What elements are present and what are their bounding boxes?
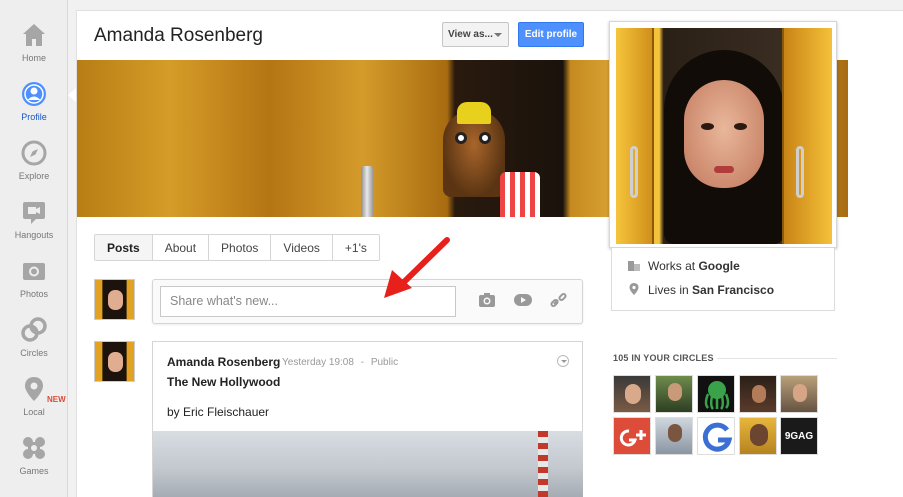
circles-divider xyxy=(717,358,837,359)
nav-label-local: Local xyxy=(23,407,45,417)
circles-icon xyxy=(21,317,47,343)
nav-label-games: Games xyxy=(19,466,49,476)
nav-label-home: Home xyxy=(21,53,46,63)
nav-label-profile: Profile xyxy=(21,112,47,122)
nav-label-explore: Explore xyxy=(18,171,50,181)
nav-home[interactable]: Home xyxy=(0,22,68,63)
cover-figure-hat xyxy=(457,102,491,124)
profile-photo xyxy=(616,28,832,244)
camera-icon xyxy=(21,258,47,284)
google-g-icon xyxy=(702,422,733,452)
circle-avatar[interactable] xyxy=(613,375,651,413)
profile-photo-card[interactable] xyxy=(609,21,837,248)
tab-photos[interactable]: Photos xyxy=(209,235,272,260)
google-avatar[interactable] xyxy=(697,417,735,455)
google-plus-icon xyxy=(619,429,646,447)
chevron-down-icon xyxy=(494,33,502,37)
circle-avatar[interactable] xyxy=(655,417,693,455)
nav-label-hangouts: Hangouts xyxy=(14,230,54,240)
edit-profile-button[interactable]: Edit profile xyxy=(518,22,584,47)
circle-avatar-face xyxy=(793,384,807,402)
avatar[interactable] xyxy=(94,279,135,320)
post-avatar[interactable] xyxy=(94,341,135,382)
circle-avatar-face xyxy=(668,383,682,401)
post-image[interactable] xyxy=(153,431,583,497)
post-menu-icon[interactable] xyxy=(557,355,569,367)
lives-in-prefix: Lives in xyxy=(648,283,689,297)
left-navigation: Home Profile Explore Hangouts Photos Cir… xyxy=(0,0,77,497)
post-title: The New Hollywood xyxy=(167,375,281,389)
profile-info-card: Works at Google Lives in San Francisco xyxy=(611,248,835,311)
ninegag-avatar[interactable]: 9GAG xyxy=(780,417,818,455)
circle-avatar-face xyxy=(668,424,682,442)
google-plus-avatar[interactable] xyxy=(613,417,651,455)
post-meta: Yesterday 19:08 - Public xyxy=(282,357,398,368)
photo-door-handle xyxy=(630,146,638,198)
post-image-tower xyxy=(538,431,548,497)
cover-striped-hat xyxy=(500,172,540,217)
annotation-arrow xyxy=(384,237,450,298)
nav-label-circles: Circles xyxy=(20,348,48,358)
cabinet-handle xyxy=(361,166,373,217)
circle-avatar-face xyxy=(750,424,768,446)
works-at-place[interactable]: Google xyxy=(698,259,739,273)
photo-door-left xyxy=(616,28,654,244)
location-pin-icon xyxy=(21,376,47,402)
location-pin-icon xyxy=(629,283,639,295)
circle-avatar-face xyxy=(625,384,641,404)
photo-lips xyxy=(714,166,734,173)
circle-avatar[interactable] xyxy=(739,375,777,413)
cover-figure-eye xyxy=(479,132,491,144)
video-icon[interactable] xyxy=(513,292,533,308)
tab-videos[interactable]: Videos xyxy=(271,235,333,260)
lives-in-row: Lives in San Francisco xyxy=(628,283,774,297)
building-icon xyxy=(628,261,640,271)
photo-eye xyxy=(701,123,714,130)
link-icon[interactable] xyxy=(550,292,568,308)
photo-eye xyxy=(734,123,747,130)
photo-door-handle xyxy=(796,146,804,198)
photo-door-right xyxy=(782,28,832,244)
circles-title: 105 IN YOUR CIRCLES xyxy=(613,353,714,363)
tab-about[interactable]: About xyxy=(153,235,210,260)
nav-hangouts[interactable]: Hangouts xyxy=(0,199,68,240)
profile-name: Amanda Rosenberg xyxy=(94,25,263,46)
new-badge: NEW xyxy=(47,395,66,404)
works-at-prefix: Works at xyxy=(648,259,696,273)
circle-avatar[interactable] xyxy=(739,417,777,455)
cover-figure-eye xyxy=(455,132,467,144)
video-camera-icon xyxy=(21,199,47,225)
puzzle-icon xyxy=(21,435,47,461)
view-as-button[interactable]: View as... xyxy=(442,22,509,47)
nav-label-photos: Photos xyxy=(19,289,49,299)
compass-icon xyxy=(21,140,47,166)
circle-avatar[interactable] xyxy=(655,375,693,413)
nav-games[interactable]: Games xyxy=(0,435,68,476)
post-meta-separator: - xyxy=(360,357,365,368)
circle-avatar[interactable] xyxy=(780,375,818,413)
camera-icon[interactable] xyxy=(478,292,496,308)
profile-icon xyxy=(21,81,47,107)
circle-avatar[interactable] xyxy=(697,375,735,413)
tab-plusones[interactable]: +1's xyxy=(333,235,379,260)
lives-in-place[interactable]: San Francisco xyxy=(692,283,774,297)
tab-posts[interactable]: Posts xyxy=(95,235,153,260)
octopus-logo-icon xyxy=(704,381,730,410)
nav-photos[interactable]: Photos xyxy=(0,258,68,299)
works-at-row: Works at Google xyxy=(628,259,740,273)
view-as-label: View as... xyxy=(448,29,493,40)
post-visibility[interactable]: Public xyxy=(371,357,398,368)
profile-tabs: Posts About Photos Videos +1's xyxy=(94,234,380,261)
avatar-face xyxy=(108,290,123,310)
nav-circles[interactable]: Circles xyxy=(0,317,68,358)
post-author[interactable]: Amanda Rosenberg xyxy=(167,355,280,369)
avatar-face xyxy=(108,352,123,372)
nav-profile[interactable]: Profile xyxy=(0,81,68,122)
nav-explore[interactable]: Explore xyxy=(0,140,68,181)
circle-avatar-face xyxy=(752,385,766,403)
post-byline: by Eric Fleischauer xyxy=(167,405,270,419)
post-time[interactable]: Yesterday 19:08 xyxy=(282,357,354,368)
home-icon xyxy=(21,22,47,48)
